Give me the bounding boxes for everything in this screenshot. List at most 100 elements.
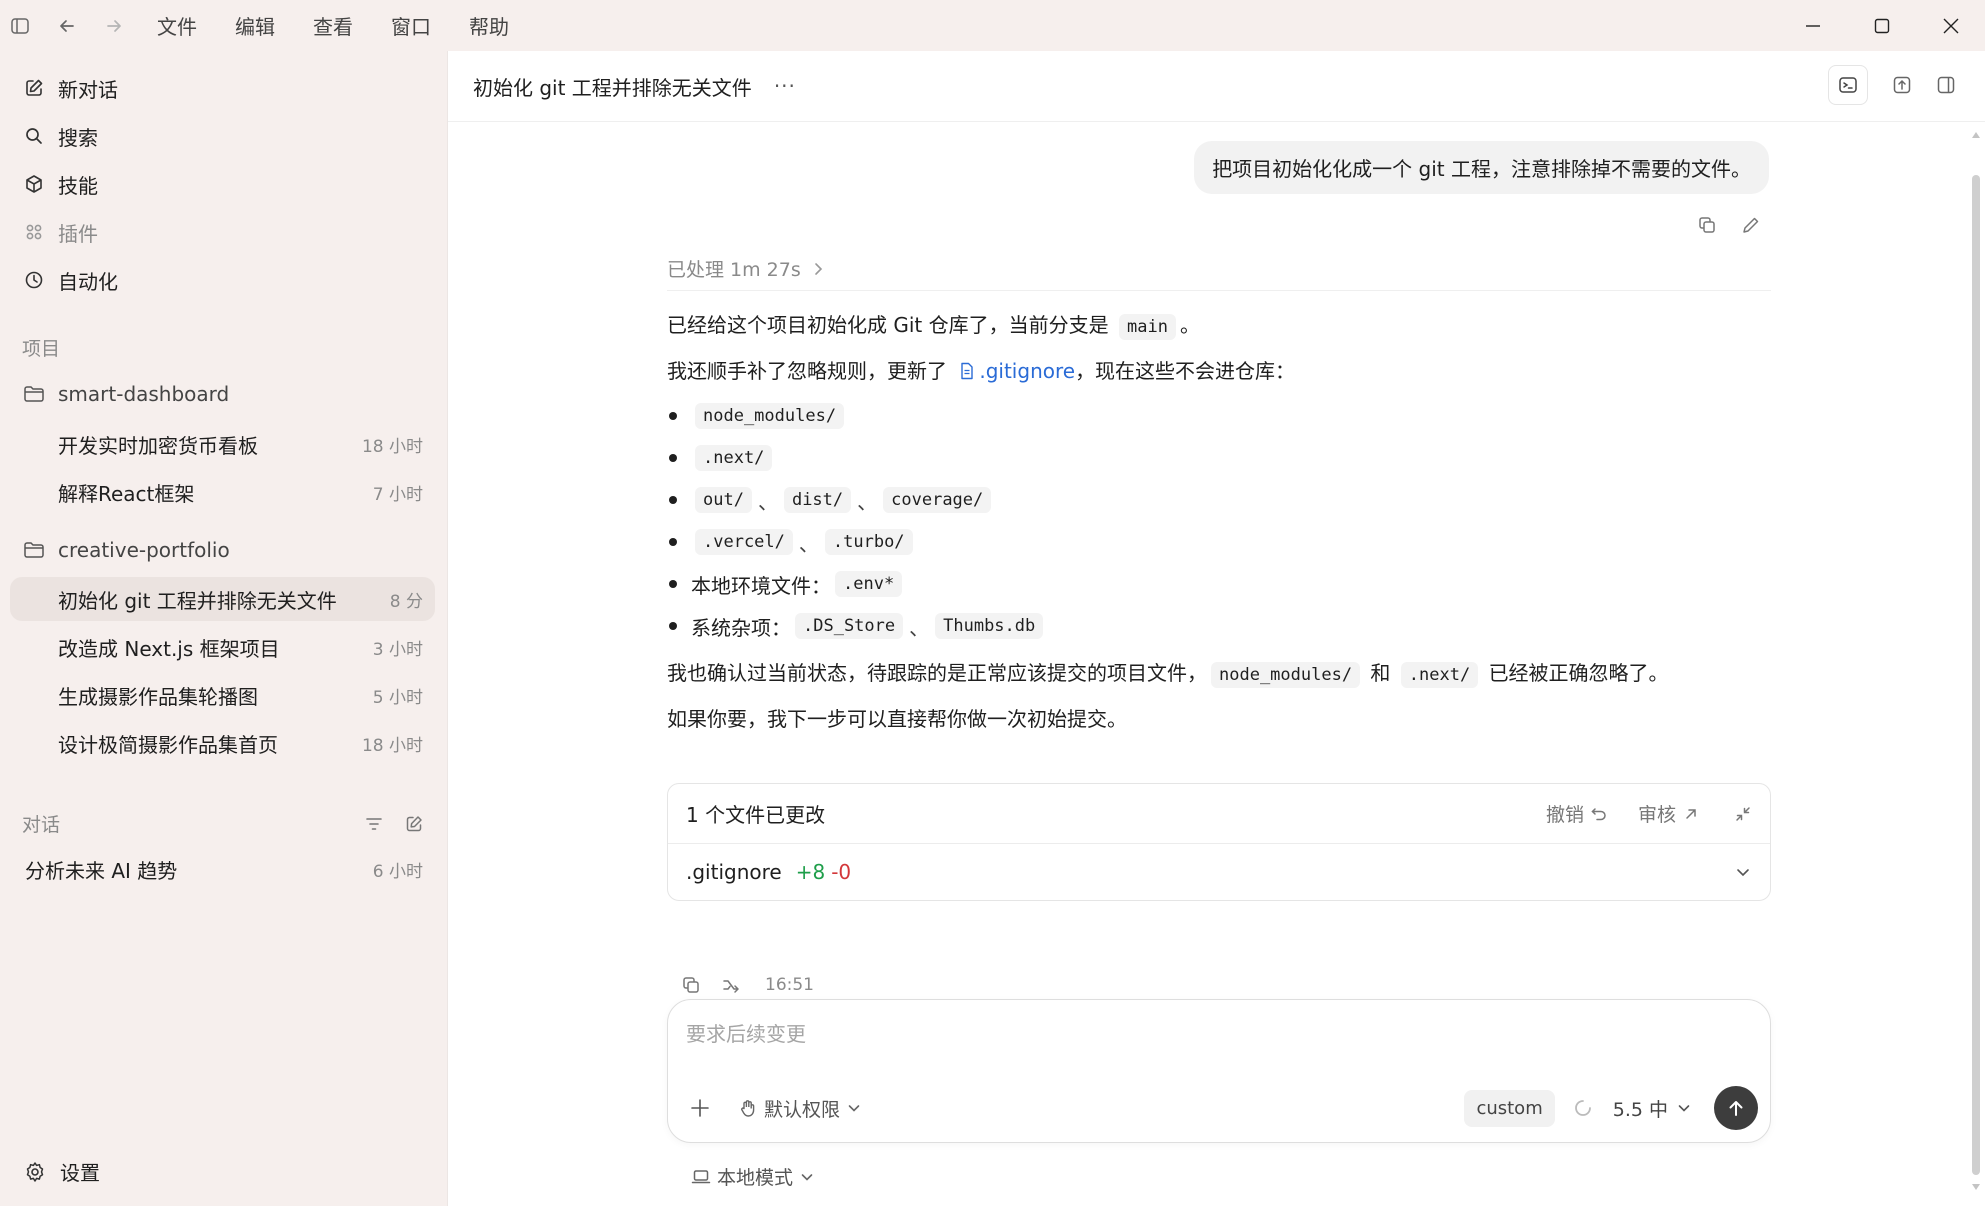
thread-item[interactable]: 改造成 Next.js 框架项目 3 小时 bbox=[10, 625, 435, 669]
changed-file-row[interactable]: .gitignore +8 -0 bbox=[668, 844, 1770, 900]
terminal-button[interactable] bbox=[1828, 65, 1868, 105]
folder-icon bbox=[22, 538, 46, 562]
main-panel: 初始化 git 工程并排除无关文件 ··· 把项目初始化化成一个 git 工程，… bbox=[447, 51, 1985, 1206]
maximize-icon bbox=[1874, 18, 1889, 33]
sidebar-toggle-icon bbox=[11, 17, 29, 34]
hand-icon bbox=[741, 1100, 755, 1117]
model-selector[interactable]: 5.5 中 bbox=[1613, 1095, 1692, 1122]
undo-icon bbox=[1591, 807, 1606, 820]
paragraph-text: ，现在这些不会进仓库： bbox=[1075, 359, 1296, 383]
permissions-dropdown[interactable]: 默认权限 bbox=[738, 1095, 868, 1122]
edit-message-button[interactable] bbox=[1735, 209, 1767, 241]
local-mode-dropdown[interactable]: 本地模式 bbox=[691, 1163, 821, 1190]
terminal-icon bbox=[1839, 77, 1857, 93]
inline-code: node_modules/ bbox=[695, 403, 845, 429]
inline-code: node_modules/ bbox=[1211, 662, 1361, 688]
clock-icon bbox=[22, 268, 46, 292]
inline-code: .DS_Store bbox=[795, 613, 904, 639]
copy-message-button[interactable] bbox=[1691, 209, 1723, 241]
filter-button[interactable] bbox=[360, 810, 388, 838]
inline-code: dist/ bbox=[783, 487, 852, 513]
paragraph-text: 已经被正确忽略了。 bbox=[1488, 661, 1669, 685]
chevron-down-icon bbox=[801, 1173, 813, 1181]
thread-item[interactable]: 解释React框架 7 小时 bbox=[10, 470, 435, 514]
additions-count: +8 bbox=[795, 860, 826, 884]
sidebar-toggle-button[interactable] bbox=[0, 6, 40, 46]
sidebar-item-label: 自动化 bbox=[58, 269, 118, 294]
conversation-title: 分析未来 AI 趋势 bbox=[25, 858, 178, 883]
chevron-down-icon bbox=[848, 1105, 860, 1112]
paragraph: 已经给这个项目初始化成 Git 仓库了，当前分支是 main。 bbox=[667, 303, 1771, 349]
menu-help[interactable]: 帮助 bbox=[469, 11, 509, 40]
project-creative-portfolio[interactable]: creative-portfolio bbox=[22, 532, 230, 568]
sidebar-item-plugins[interactable]: 插件 bbox=[22, 212, 98, 252]
sidebar-item-automation[interactable]: 自动化 bbox=[22, 260, 118, 300]
changes-title: 1 个文件已更改 bbox=[686, 803, 826, 827]
sidebar-item-label: 搜索 bbox=[58, 125, 98, 150]
followup-input[interactable] bbox=[686, 1018, 1746, 1050]
gitignore-file-link[interactable]: .gitignore bbox=[953, 359, 1075, 383]
share-button[interactable] bbox=[1882, 65, 1922, 105]
review-button[interactable]: 审核 bbox=[1638, 800, 1700, 827]
thread-item[interactable]: 生成摄影作品集轮播图 5 小时 bbox=[10, 673, 435, 717]
copy-response-button[interactable] bbox=[675, 969, 707, 1001]
list-item: .vercel/、 .turbo/ bbox=[667, 521, 1771, 563]
projects-section-label: 项目 bbox=[22, 338, 61, 360]
upload-icon bbox=[1893, 76, 1911, 94]
send-button[interactable] bbox=[1714, 1086, 1758, 1130]
list-item: 本地环境文件： .env* bbox=[667, 563, 1771, 605]
main-header: 初始化 git 工程并排除无关文件 ··· bbox=[448, 51, 1985, 122]
settings-label: 设置 bbox=[60, 1161, 100, 1185]
inline-code: out/ bbox=[695, 487, 752, 513]
more-options-button[interactable]: ··· bbox=[774, 74, 796, 98]
thread-item-active[interactable]: 初始化 git 工程并排除无关文件 8 分 bbox=[10, 577, 435, 621]
review-label: 审核 bbox=[1637, 804, 1676, 826]
thread-time: 7 小时 bbox=[372, 484, 423, 505]
plus-icon bbox=[691, 1099, 709, 1117]
thread-item[interactable]: 设计极简摄影作品集首页 18 小时 bbox=[10, 721, 435, 765]
laptop-icon bbox=[691, 1169, 711, 1183]
processing-summary[interactable]: 已处理 1m 27s bbox=[667, 251, 1771, 291]
custom-chip[interactable]: custom bbox=[1464, 1089, 1555, 1127]
sidebar-item-search[interactable]: 搜索 bbox=[22, 116, 98, 156]
settings-button[interactable]: 设置 bbox=[22, 1157, 100, 1186]
branch-arrow-icon bbox=[723, 980, 739, 993]
list-item-label: 系统杂项： bbox=[691, 615, 791, 640]
thread-title: 开发实时加密货币看板 bbox=[58, 433, 258, 458]
undo-button[interactable]: 撤销 bbox=[1546, 800, 1608, 827]
changes-header: 1 个文件已更改 撤销 审核 bbox=[668, 784, 1770, 844]
add-attachment-button[interactable] bbox=[682, 1090, 718, 1126]
collapse-button[interactable] bbox=[1728, 805, 1752, 823]
fork-button[interactable] bbox=[715, 969, 747, 1001]
maximize-button[interactable] bbox=[1847, 0, 1916, 51]
back-button[interactable] bbox=[47, 6, 87, 46]
search-icon bbox=[22, 124, 46, 148]
paragraph: 如果你要，我下一步可以直接帮你做一次初始提交。 bbox=[667, 707, 1127, 731]
thread-item[interactable]: 开发实时加密货币看板 18 小时 bbox=[10, 422, 435, 466]
sidebar-item-skills[interactable]: 技能 bbox=[22, 164, 98, 204]
title-bar: 文件 编辑 查看 窗口 帮助 bbox=[0, 0, 1985, 51]
new-conversation-button[interactable] bbox=[400, 810, 428, 838]
scroll-thumb[interactable] bbox=[1972, 175, 1980, 1175]
forward-button[interactable] bbox=[94, 6, 134, 46]
menu-file[interactable]: 文件 bbox=[157, 11, 197, 40]
thread-time: 8 分 bbox=[389, 591, 423, 612]
sidebar-item-label: 技能 bbox=[58, 173, 98, 198]
menu-window[interactable]: 窗口 bbox=[391, 11, 431, 40]
message-timestamp: 16:51 bbox=[765, 975, 814, 995]
conversation-item[interactable]: 分析未来 AI 趋势 6 小时 bbox=[10, 847, 435, 891]
menu-view[interactable]: 查看 bbox=[313, 11, 353, 40]
deletions-count: -0 bbox=[831, 860, 852, 884]
processed-label: 已处理 1m 27s bbox=[667, 259, 801, 281]
right-panel-toggle-button[interactable] bbox=[1926, 65, 1966, 105]
menu-edit[interactable]: 编辑 bbox=[235, 11, 275, 40]
sidebar-item-new-chat[interactable]: 新对话 bbox=[22, 68, 118, 108]
separator: 、 bbox=[909, 615, 930, 640]
thread-time: 3 小时 bbox=[372, 639, 423, 660]
minimize-button[interactable] bbox=[1778, 0, 1847, 51]
file-link-label: .gitignore bbox=[979, 359, 1076, 383]
scrollbar[interactable] bbox=[1972, 131, 1980, 1191]
close-icon bbox=[1943, 18, 1958, 33]
close-button[interactable] bbox=[1916, 0, 1985, 51]
project-smart-dashboard[interactable]: smart-dashboard bbox=[22, 376, 229, 412]
